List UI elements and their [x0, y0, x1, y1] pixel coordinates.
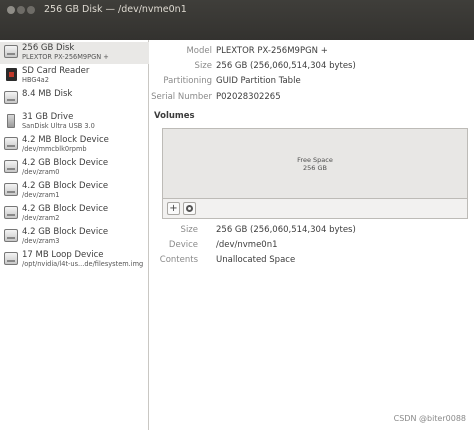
- partitioning-value: GUID Partition Table: [216, 76, 301, 86]
- model-value: PLEXTOR PX-256M9PGN +: [216, 46, 328, 56]
- sidebar-item-subtitle: /dev/mmcblk0rpmb: [22, 145, 87, 153]
- model-label: Model: [186, 46, 212, 56]
- device-sidebar: 256 GB Disk PLEXTOR PX-256M9PGN + SD Car…: [0, 40, 149, 430]
- sidebar-item-title: 4.2 MB Block Device: [22, 135, 109, 145]
- segment-size: 256 GB: [303, 164, 327, 172]
- disk-icon: [4, 160, 18, 173]
- volume-toolbar: +: [162, 199, 468, 219]
- sidebar-item-subtitle: /dev/zram1: [22, 191, 60, 199]
- sidebar-item-title: 4.2 GB Block Device: [22, 204, 109, 214]
- volume-device-label: Device: [168, 240, 198, 250]
- disk-icon: [4, 229, 18, 242]
- disk-icon: [4, 206, 18, 219]
- sidebar-item-zram3[interactable]: 4.2 GB Block Device /dev/zram3: [0, 226, 149, 248]
- sidebar-item-8mb-disk[interactable]: 8.4 MB Disk: [0, 88, 149, 110]
- sidebar-item-title: 31 GB Drive: [22, 112, 74, 122]
- segment-name: Free Space: [297, 156, 333, 164]
- sidebar-item-title: 4.2 GB Block Device: [22, 227, 109, 237]
- serial-number-label: Serial Number: [151, 92, 212, 102]
- disk-icon: [4, 252, 18, 265]
- disk-icon: [4, 137, 18, 150]
- sidebar-item-title: 8.4 MB Disk: [22, 89, 73, 99]
- sd-card-icon: [6, 68, 17, 81]
- sidebar-item-title: SD Card Reader: [22, 66, 90, 76]
- disk-icon: [4, 183, 18, 196]
- volume-contents-value: Unallocated Space: [216, 255, 296, 265]
- maximize-window-button[interactable]: [27, 6, 35, 14]
- create-partition-button[interactable]: +: [167, 202, 180, 215]
- model-row: Model PLEXTOR PX-256M9PGN +: [150, 46, 327, 58]
- sidebar-item-zram1[interactable]: 4.2 GB Block Device /dev/zram1: [0, 180, 149, 202]
- volume-contents-label: Contents: [159, 255, 198, 265]
- sidebar-item-mmcblk0rpmb[interactable]: 4.2 MB Block Device /dev/mmcblk0rpmb: [0, 134, 149, 156]
- volume-contents-row: Contents Unallocated Space: [150, 255, 295, 267]
- sidebar-item-sd-card-reader[interactable]: SD Card Reader HBG4a2: [0, 65, 149, 87]
- partitioning-label: Partitioning: [163, 76, 212, 86]
- free-space-segment[interactable]: Free Space 256 GB: [163, 129, 467, 198]
- disk-details-panel: Model PLEXTOR PX-256M9PGN + Size 256 GB …: [150, 40, 474, 430]
- volume-device-row: Device /dev/nvme0n1: [150, 240, 278, 252]
- sidebar-item-subtitle: HBG4a2: [22, 76, 49, 84]
- window-title: 256 GB Disk — /dev/nvme0n1: [44, 4, 187, 15]
- partition-options-button[interactable]: [183, 202, 196, 215]
- window-controls: [7, 6, 35, 14]
- volume-size-row: Size 256 GB (256,060,514,304 bytes): [150, 225, 356, 237]
- sidebar-item-title: 17 MB Loop Device: [22, 250, 104, 260]
- minimize-window-button[interactable]: [17, 6, 25, 14]
- serial-number-row: Serial Number P02028302265: [150, 92, 281, 104]
- sidebar-item-title: 4.2 GB Block Device: [22, 158, 109, 168]
- volumes-heading: Volumes: [154, 111, 195, 121]
- size-label: Size: [194, 61, 212, 71]
- close-window-button[interactable]: [7, 6, 15, 14]
- volume-size-value: 256 GB (256,060,514,304 bytes): [216, 225, 356, 235]
- disk-icon: [4, 91, 18, 104]
- volume-device-value: /dev/nvme0n1: [216, 240, 278, 250]
- sidebar-item-title: 4.2 GB Block Device: [22, 181, 109, 191]
- sidebar-item-subtitle: PLEXTOR PX-256M9PGN +: [22, 53, 109, 61]
- sidebar-item-subtitle: /opt/nvidia/l4t-us...de/filesystem.img: [22, 260, 144, 268]
- sidebar-item-subtitle: /dev/zram0: [22, 168, 60, 176]
- usb-drive-icon: [7, 114, 15, 128]
- serial-number-value: P02028302265: [216, 92, 281, 102]
- sidebar-item-loop-device[interactable]: 17 MB Loop Device /opt/nvidia/l4t-us...d…: [0, 249, 149, 271]
- window-titlebar[interactable]: 256 GB Disk — /dev/nvme0n1: [0, 0, 474, 40]
- volume-map: Free Space 256 GB: [162, 128, 468, 199]
- disk-icon: [4, 45, 18, 58]
- sidebar-item-subtitle: /dev/zram3: [22, 237, 60, 245]
- sidebar-item-subtitle: /dev/zram2: [22, 214, 60, 222]
- sidebar-item-31gb-drive[interactable]: 31 GB Drive SanDisk Ultra USB 3.0: [0, 111, 149, 133]
- gear-icon: [186, 205, 193, 212]
- sidebar-item-zram2[interactable]: 4.2 GB Block Device /dev/zram2: [0, 203, 149, 225]
- sidebar-item-zram0[interactable]: 4.2 GB Block Device /dev/zram0: [0, 157, 149, 179]
- partitioning-row: Partitioning GUID Partition Table: [150, 76, 300, 88]
- watermark: CSDN @biter0088: [393, 414, 466, 423]
- sidebar-item-256gb-disk[interactable]: 256 GB Disk PLEXTOR PX-256M9PGN +: [0, 42, 149, 64]
- sidebar-item-subtitle: SanDisk Ultra USB 3.0: [22, 122, 95, 130]
- volume-size-label: Size: [180, 225, 198, 235]
- size-value: 256 GB (256,060,514,304 bytes): [216, 61, 356, 71]
- size-row: Size 256 GB (256,060,514,304 bytes): [150, 61, 356, 73]
- sidebar-item-title: 256 GB Disk: [22, 43, 75, 53]
